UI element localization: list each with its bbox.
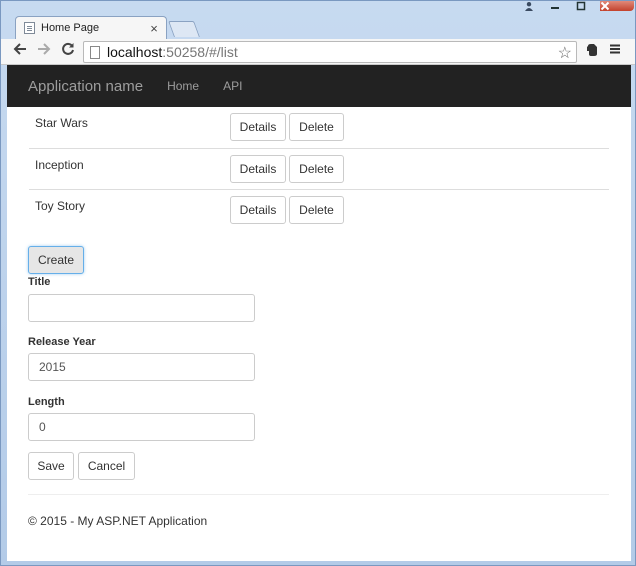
details-button[interactable]: Details (230, 155, 286, 183)
extension-icon[interactable] (584, 43, 600, 59)
length-input[interactable]: 0 (28, 413, 255, 441)
reload-icon[interactable] (59, 42, 77, 60)
delete-button[interactable]: Delete (289, 113, 344, 141)
nav-link-home[interactable]: Home (167, 79, 199, 93)
maximize-icon[interactable] (576, 1, 600, 11)
url-path: :50258/#/list (162, 44, 238, 60)
table-row: Star Wars Details Delete (29, 107, 609, 148)
cancel-button[interactable]: Cancel (78, 452, 135, 480)
length-label: Length (28, 396, 65, 408)
tab-close-icon[interactable]: × (146, 21, 162, 36)
bookmark-star-icon[interactable]: ☆ (558, 43, 572, 63)
delete-button[interactable]: Delete (289, 196, 344, 224)
page-viewport: Application name Home API Star Wars Deta… (7, 65, 631, 561)
movie-title: Toy Story (35, 199, 86, 213)
new-tab-button[interactable] (168, 21, 200, 37)
movie-title: Star Wars (35, 116, 88, 130)
title-input[interactable] (28, 294, 255, 322)
tab-home-page[interactable]: Home Page × (15, 16, 167, 39)
url-host: localhost (107, 44, 163, 60)
page-favicon-icon (24, 22, 35, 34)
nav-link-api[interactable]: API (223, 79, 242, 93)
page-icon (90, 45, 100, 59)
user-icon[interactable] (524, 1, 546, 11)
release-year-label: Release Year (28, 336, 96, 348)
movie-table: Star Wars Details Delete Inception Detai… (29, 107, 609, 230)
table-row: Inception Details Delete (29, 148, 609, 189)
details-button[interactable]: Details (230, 196, 286, 224)
back-arrow-icon[interactable] (11, 42, 29, 60)
divider (28, 494, 609, 495)
tab-title: Home Page (41, 22, 100, 34)
details-button[interactable]: Details (230, 113, 286, 141)
footer-text: © 2015 - My ASP.NET Application (28, 514, 208, 528)
tab-strip: Home Page × (1, 1, 635, 39)
navbar: Application name Home API (7, 65, 631, 107)
title-label: Title (28, 276, 51, 288)
create-button[interactable]: Create (28, 246, 84, 274)
forward-arrow-icon[interactable] (35, 42, 53, 60)
minimize-icon[interactable] (550, 1, 576, 11)
browser-window: Home Page × localhost :50258/#/list ☆ Ap… (0, 0, 636, 566)
browser-toolbar: localhost :50258/#/list ☆ (1, 39, 635, 65)
delete-button[interactable]: Delete (289, 155, 344, 183)
window-close-icon[interactable] (600, 1, 634, 11)
table-row: Toy Story Details Delete (29, 189, 609, 230)
menu-icon[interactable] (607, 43, 623, 59)
address-bar[interactable]: localhost :50258/#/list ☆ (83, 41, 577, 63)
release-year-input[interactable]: 2015 (28, 353, 255, 381)
movie-title: Inception (35, 158, 84, 172)
navbar-brand[interactable]: Application name (28, 78, 143, 95)
save-button[interactable]: Save (28, 452, 74, 480)
